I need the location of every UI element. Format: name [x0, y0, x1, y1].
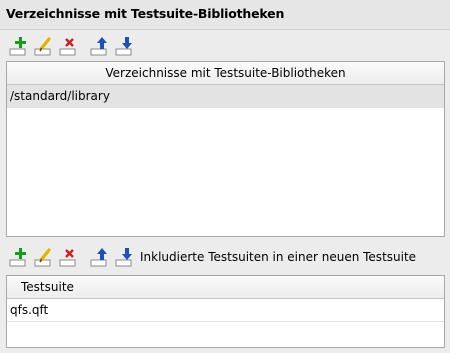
edit-icon — [34, 37, 51, 56]
move-down-icon — [115, 37, 132, 56]
testsuites-table: Testsuite qfs.qft — [6, 275, 445, 348]
delete-button[interactable] — [58, 35, 80, 57]
edit-button[interactable] — [33, 35, 55, 57]
move-up-button[interactable] — [89, 35, 111, 57]
table-row[interactable]: qfs.qft — [7, 299, 444, 322]
add-button[interactable] — [8, 35, 30, 57]
section-header: Verzeichnisse mit Testsuite-Bibliotheken — [0, 0, 450, 30]
delete-button[interactable] — [58, 246, 80, 268]
add-icon — [9, 37, 26, 56]
testsuites-label: Inkludierte Testsuiten in einer neuen Te… — [140, 250, 417, 264]
move-down-icon — [115, 248, 132, 267]
edit-button[interactable] — [33, 246, 55, 268]
directories-table: Verzeichnisse mit Testsuite-Bibliotheken… — [6, 61, 445, 237]
move-down-button[interactable] — [114, 246, 136, 268]
delete-icon — [59, 249, 76, 267]
move-up-icon — [90, 37, 107, 56]
move-up-icon — [90, 248, 107, 267]
toolbar-directories — [8, 34, 139, 58]
delete-icon — [59, 38, 76, 56]
move-up-button[interactable] — [89, 246, 111, 268]
section-title: Verzeichnisse mit Testsuite-Bibliotheken — [6, 6, 285, 21]
column-header-directories[interactable]: Verzeichnisse mit Testsuite-Bibliotheken — [7, 62, 444, 85]
table-row[interactable]: /standard/library — [7, 85, 444, 108]
toolbar-testsuites: Inkludierte Testsuiten in einer neuen Te… — [8, 245, 416, 269]
add-icon — [9, 248, 26, 267]
edit-icon — [34, 248, 51, 267]
column-header-testsuite[interactable]: Testsuite — [7, 276, 444, 299]
add-button[interactable] — [8, 246, 30, 268]
move-down-button[interactable] — [114, 35, 136, 57]
